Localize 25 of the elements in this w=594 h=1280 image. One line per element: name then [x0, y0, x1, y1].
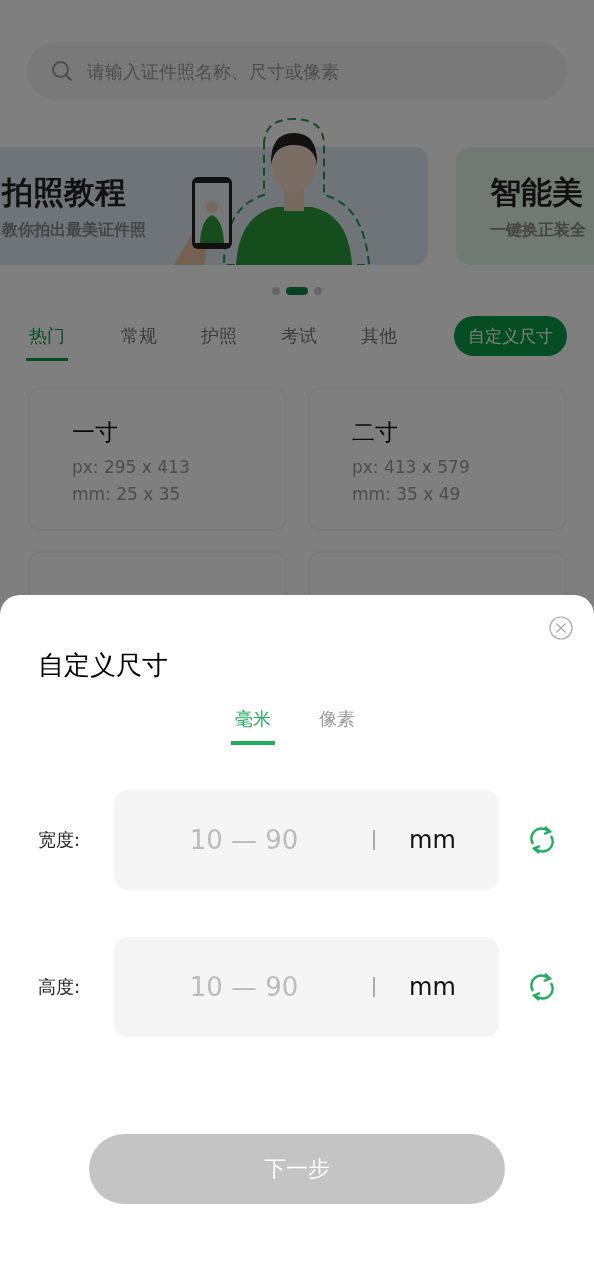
size-input[interactable]: 10 — 90	[144, 971, 344, 1003]
unit-tab[interactable]: 像素	[315, 701, 359, 745]
banner-title: 拍照教程	[2, 172, 127, 212]
category-tab[interactable]: 热门	[26, 311, 68, 361]
custom-size-button[interactable]: 自定义尺寸	[454, 316, 567, 356]
input-field[interactable]: 10 — 90 mm	[114, 937, 499, 1037]
carousel-dot[interactable]	[314, 287, 322, 295]
category-tab[interactable]: 其他	[346, 311, 412, 361]
dialog-title: 自定义尺寸	[38, 649, 169, 682]
unit-tab[interactable]: 毫米	[231, 701, 275, 745]
search-icon	[51, 60, 73, 82]
field-label: 宽度:	[37, 828, 82, 852]
carousel-dot[interactable]	[272, 287, 280, 295]
close-icon[interactable]	[549, 616, 573, 640]
size-title: 二寸	[352, 418, 399, 447]
banner-title: 智能美	[490, 172, 584, 212]
category-tab[interactable]: 常规	[106, 311, 172, 361]
refresh-icon[interactable]	[528, 825, 556, 855]
size-input[interactable]: 10 — 90	[144, 824, 344, 856]
category-tab[interactable]: 护照	[186, 311, 252, 361]
category-tab[interactable]: 考试	[266, 311, 332, 361]
input-field[interactable]: 10 — 90 mm	[114, 790, 499, 890]
field-label: 高度:	[37, 975, 82, 999]
refresh-icon[interactable]	[528, 972, 556, 1002]
size-title: 一寸	[72, 418, 119, 447]
